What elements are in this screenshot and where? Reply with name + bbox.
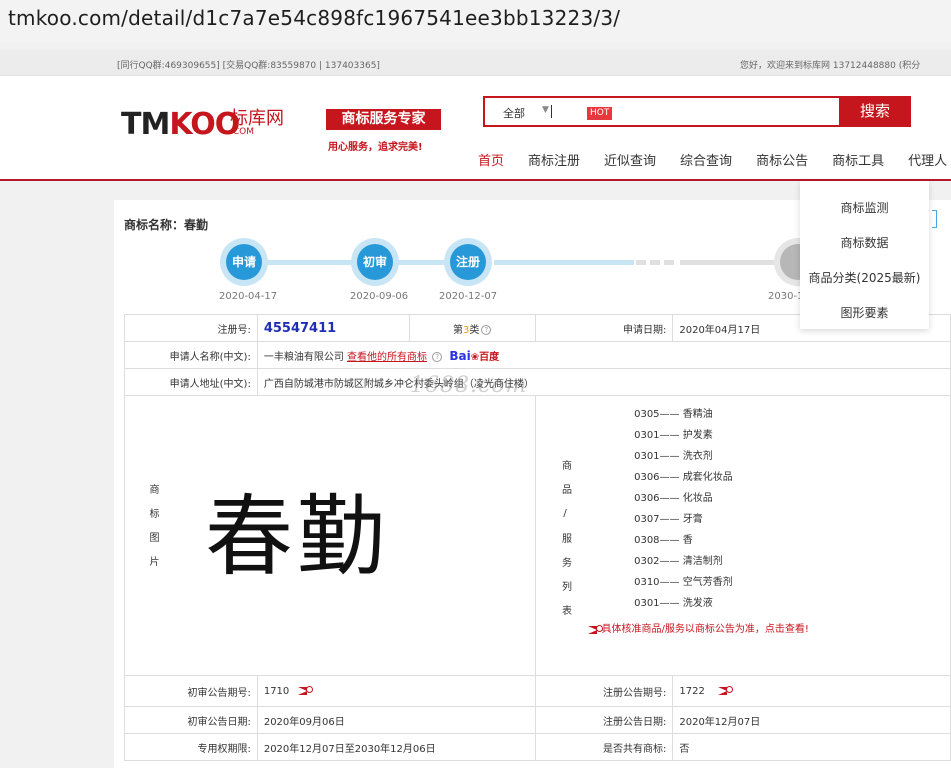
trademark-image-cell: 商标图片 春勤 (124, 395, 536, 676)
text-cursor (551, 105, 552, 118)
goods-cell: 商品/服务列表 0305—— 香精油 0301—— 护发素 0301—— 洗衣剂… (534, 395, 951, 676)
table-row: 初审公告期号: 1710 注册公告期号: 1722 (124, 675, 951, 707)
prelim-date-label: 初审公告日期: (124, 706, 258, 734)
expert-badge: 商标服务专家 (326, 109, 441, 130)
hot-badge: HOT (587, 107, 613, 120)
nav-register[interactable]: 商标注册 (528, 150, 580, 169)
trademark-name-heading: 商标名称：春勤 (124, 218, 209, 232)
goods-list-label: 商品/服务列表 (559, 460, 571, 629)
prelim-no-value: 1710 (263, 685, 290, 697)
table-row: 申请人名称(中文): 一丰粮油有限公司 查看他的所有商标 ? Bai❀百度 (124, 341, 951, 369)
nav-comprehensive-search[interactable]: 综合查询 (680, 150, 732, 169)
prelim-date-value: 2020年09月06日 (256, 706, 536, 734)
menu-item-classification[interactable]: 商品分类(2025最新) (800, 251, 929, 286)
timeline-segment (394, 260, 444, 265)
list-item: 0306—— 成套化妆品 (634, 472, 733, 483)
shared-label: 是否共有商标: (534, 733, 674, 761)
search-category-select[interactable]: 全部 (503, 105, 525, 121)
term-value: 2020年12月07日至2030年12月06日 (256, 733, 536, 761)
table-row: 初审公告日期: 2020年09月06日 注册公告日期: 2020年12月07日 (124, 706, 951, 734)
address-label: 申请人地址(中文): (124, 368, 258, 396)
trademark-image: 春勤 (205, 485, 390, 588)
menu-item-graphic-elements[interactable]: 图形要素 (800, 286, 929, 321)
reg-no-value: 45547411 (263, 320, 337, 336)
shared-value: 否 (672, 733, 951, 761)
list-item: 0306—— 化妆品 (634, 493, 713, 504)
watermark: 1688.com (410, 373, 528, 398)
expert-slogan: 用心服务，追求完美! (328, 142, 423, 153)
list-item: 0307—— 牙膏 (634, 514, 703, 525)
table-row: 商标图片 春勤 商品/服务列表 0305—— 香精油 0301—— 护发素 03… (124, 395, 951, 676)
panel-edge-decoration (932, 210, 937, 228)
reg-no-label: 注册号: (124, 314, 258, 342)
timeline-date-end: 2030-1 (768, 291, 804, 302)
help-icon[interactable]: ? (432, 351, 443, 362)
tools-dropdown-menu: 商标监测 商标数据 商品分类(2025最新) 图形要素 (800, 181, 929, 329)
menu-item-monitor[interactable]: 商标监测 (800, 181, 929, 216)
search-button[interactable]: 搜索 (839, 96, 911, 127)
goods-list: 0305—— 香精油 0301—— 护发素 0301—— 洗衣剂 0306—— … (616, 404, 733, 614)
reg-pub-no-label: 注册公告期号: (534, 675, 674, 707)
nav-announcements[interactable]: 商标公告 (756, 150, 808, 169)
qq-groups-text: [同行QQ群:469309655] [交易QQ群:83559870 | 1374… (117, 61, 380, 71)
chevron-down-icon[interactable]: ▼ (542, 105, 549, 115)
applicant-value: 一丰粮油有限公司 (263, 351, 344, 363)
timeline-node-apply: 申请 (220, 238, 268, 286)
timeline-node-prelim: 初审 (351, 238, 399, 286)
timeline-date-apply: 2020-04-17 (219, 291, 278, 302)
list-item: 0301—— 洗发液 (634, 598, 713, 609)
address-value: 广西自防城港市防城区附城乡冲仑村委头岭组（凌光商住楼） (256, 368, 951, 396)
prelim-no-label: 初审公告期号: (124, 675, 258, 707)
nav-tools[interactable]: 商标工具 (832, 150, 884, 169)
megaphone-icon[interactable] (718, 686, 733, 695)
site-logo[interactable]: TMKOO (121, 107, 240, 142)
trademark-image-label: 商标图片 (147, 484, 158, 580)
timeline-segment (650, 260, 660, 265)
list-item: 0301—— 护发素 (634, 430, 713, 441)
timeline-segment (636, 260, 646, 265)
megaphone-icon[interactable] (298, 686, 314, 695)
goods-notice-link[interactable]: 具体核准商品/服务以商标公告为准，点击查看! (587, 620, 809, 635)
nav-similar-search[interactable]: 近似查询 (604, 150, 656, 169)
timeline-segment (494, 260, 634, 265)
logo-com: .COM (230, 127, 254, 137)
menu-item-data[interactable]: 商标数据 (800, 216, 929, 251)
trademark-info-table: 注册号: 45547411 第3类? 申请日期: 2020年04月17日 申请人… (124, 314, 951, 761)
timeline-segment (664, 260, 674, 265)
top-info-strip: [同行QQ群:469309655] [交易QQ群:83559870 | 1374… (0, 50, 951, 76)
list-item: 0308—— 香 (634, 535, 693, 546)
baidu-search-link[interactable]: Bai❀百度 (449, 349, 499, 363)
apply-date-label: 申请日期: (534, 314, 674, 342)
list-item: 0310—— 空气芳香剂 (634, 577, 733, 588)
timeline-node-register: 注册 (444, 238, 492, 286)
term-label: 专用权期限: (124, 733, 258, 761)
megaphone-icon (587, 624, 603, 634)
timeline-segment (680, 260, 780, 265)
reg-pub-no-value: 1722 (679, 685, 705, 697)
baidu-paw-icon: ❀ (470, 351, 480, 363)
view-all-trademarks-link[interactable]: 查看他的所有商标 (347, 352, 427, 363)
reg-pub-date-value: 2020年12月07日 (672, 706, 951, 734)
search-box: 全部 ▼ HOT 搜索 (483, 96, 911, 127)
list-item: 0305—— 香精油 (634, 409, 713, 420)
address-bar[interactable]: tmkoo.com/detail/d1c7a7e54c898fc1967541e… (0, 0, 951, 42)
table-row: 申请人地址(中文): 广西自防城港市防城区附城乡冲仑村委头岭组（凌光商住楼） (124, 368, 951, 396)
nav-agents[interactable]: 代理人 (908, 150, 947, 169)
list-item: 0301—— 洗衣剂 (634, 451, 713, 462)
applicant-label: 申请人名称(中文): (124, 341, 258, 369)
timeline-date-prelim: 2020-09-06 (350, 291, 409, 302)
welcome-text: 您好，欢迎来到标库网 13712448880 (积分 (740, 61, 921, 71)
help-icon[interactable]: ? (481, 324, 492, 335)
site-header: TMKOO 标库网 .COM 商标服务专家 用心服务，追求完美! 全部 ▼ HO… (0, 76, 951, 181)
list-item: 0302—— 清洁制剂 (634, 556, 723, 567)
class-cell: 第3类? (408, 314, 536, 342)
reg-pub-date-label: 注册公告日期: (534, 706, 674, 734)
table-row: 专用权期限: 2020年12月07日至2030年12月06日 是否共有商标: 否 (124, 733, 951, 761)
nav-home[interactable]: 首页 (478, 150, 504, 169)
main-nav: 首页 商标注册 近似查询 综合查询 商标公告 商标工具 代理人 (478, 150, 951, 169)
timeline-date-register: 2020-12-07 (439, 291, 498, 302)
